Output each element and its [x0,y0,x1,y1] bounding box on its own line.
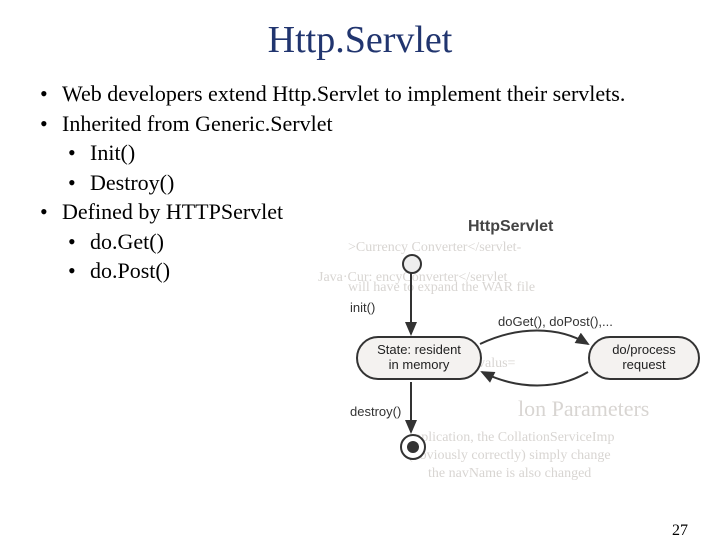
bullet-2b: Destroy() [68,169,720,197]
end-node-icon [400,434,426,460]
bullet-2a: Init() [68,139,720,167]
lifecycle-diagram: HttpServlet >Currency Converter</servlet… [348,218,708,478]
page-number: 27 [672,522,688,540]
start-node-icon [402,254,422,274]
process-box: do/process request [588,336,700,380]
destroy-label: destroy() [350,404,401,419]
bullet-2: Inherited from Generic.Servlet [40,110,720,138]
do-calls-label: doGet(), doPost(),... [498,314,613,329]
page-title: Http.Servlet [0,18,720,62]
bullet-1: Web developers extend Http.Servlet to im… [40,80,720,108]
process-box-text: do/process request [612,343,676,373]
state-box: State: resident in memory [356,336,482,380]
init-label: init() [350,300,375,315]
state-box-text: State: resident in memory [377,343,461,373]
